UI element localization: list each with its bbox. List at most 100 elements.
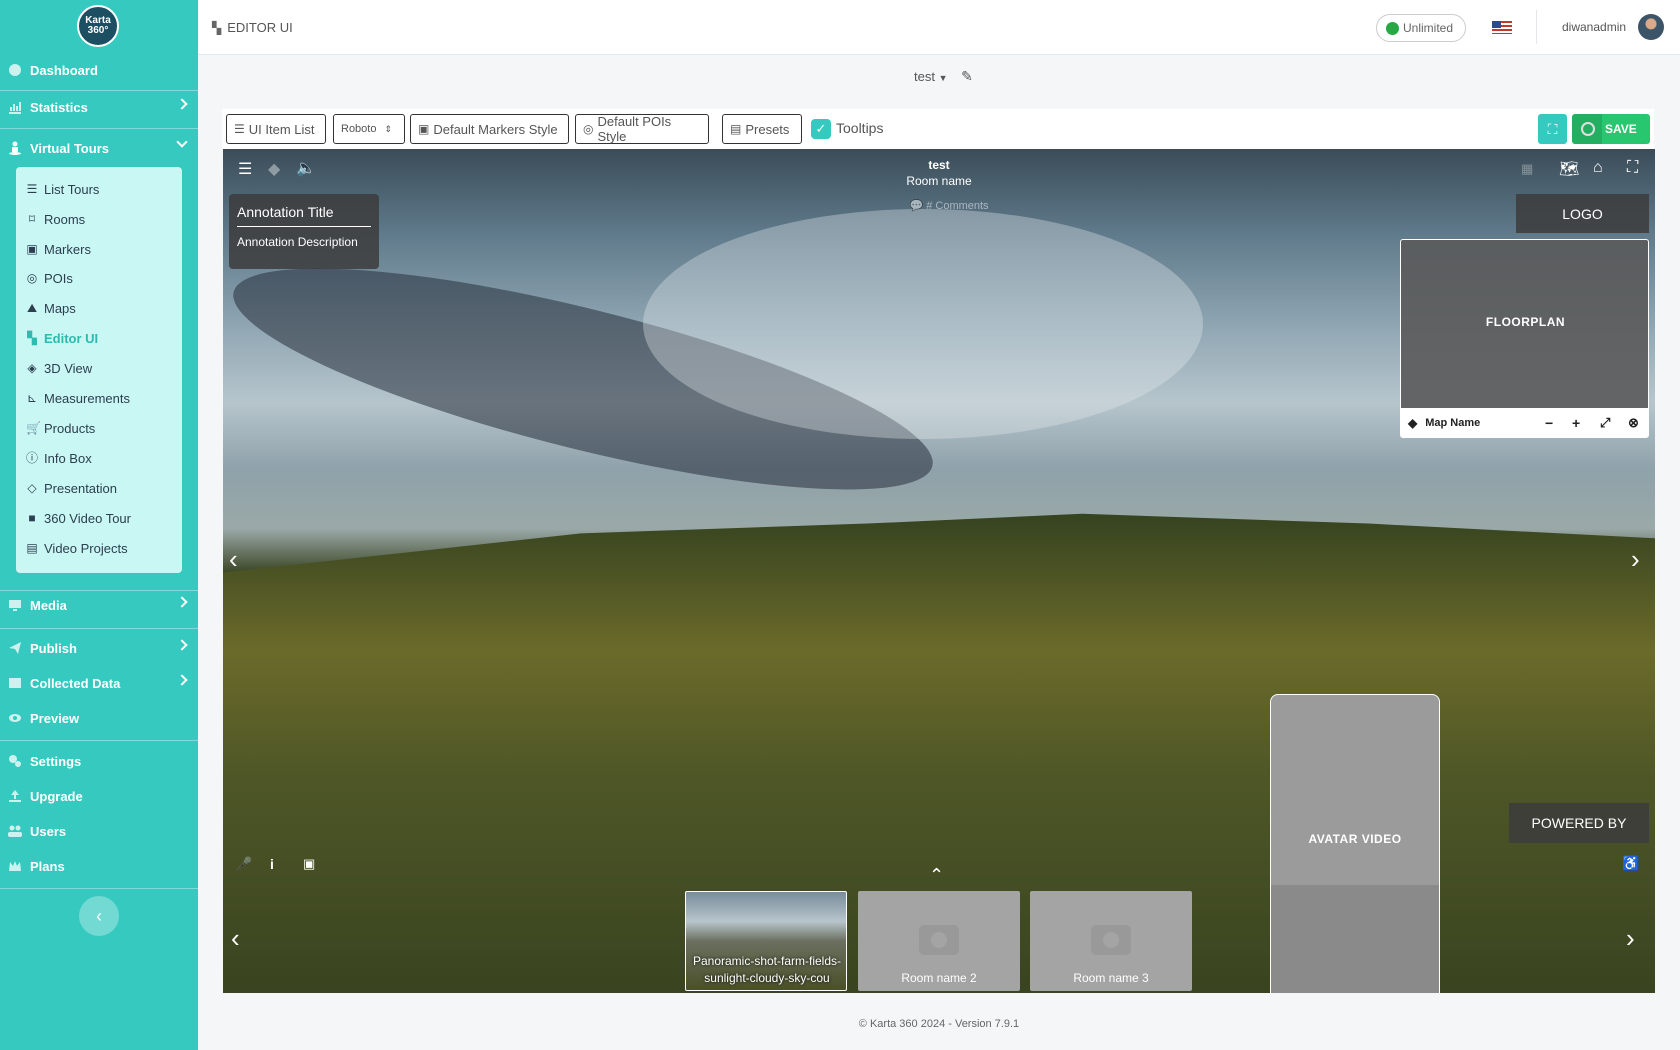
chevron-down-icon bbox=[176, 136, 188, 148]
floorplan-panel[interactable]: FLOORPLAN bbox=[1400, 239, 1649, 427]
powered-by-box[interactable]: POWERED BY bbox=[1509, 803, 1649, 843]
sidebar-item-users[interactable]: Users bbox=[0, 816, 198, 846]
comments-link[interactable]: 💬 # Comments bbox=[889, 199, 1009, 212]
save-label: SAVE bbox=[1605, 122, 1637, 136]
sidebar-item-virtual-tours[interactable]: Virtual Tours bbox=[0, 133, 198, 163]
plan-badge[interactable]: Unlimited bbox=[1376, 14, 1466, 42]
sidebar-item-statistics[interactable]: Statistics bbox=[0, 92, 198, 122]
volume-icon[interactable]: 🔈 bbox=[296, 158, 316, 178]
tour-selector-bar: test ▼ ✎ bbox=[198, 56, 1680, 94]
sidebar-item-publish[interactable]: Publish bbox=[0, 633, 198, 663]
submenu-item-products[interactable]: 🛒 Products bbox=[26, 414, 95, 442]
presets-button[interactable]: ▤ Presets bbox=[722, 114, 802, 144]
sidebar-item-upgrade[interactable]: Upgrade bbox=[0, 781, 198, 811]
logo-text-line2: 360° bbox=[87, 25, 109, 36]
floorplan-label: FLOORPLAN bbox=[1485, 315, 1566, 329]
avatar-video-label: AVATAR VIDEO bbox=[1308, 832, 1402, 846]
sidebar-item-settings[interactable]: Settings bbox=[0, 746, 198, 776]
sidebar-item-media[interactable]: Media bbox=[0, 590, 198, 620]
chevron-up-icon[interactable]: ⌃ bbox=[929, 865, 944, 886]
info-circle-icon: ⓘ bbox=[26, 451, 39, 465]
sidebar-item-collected-data[interactable]: Collected Data bbox=[0, 668, 198, 698]
sidebar-item-plans[interactable]: Plans bbox=[0, 851, 198, 881]
submenu-item-list-tours[interactable]: ☰ List Tours bbox=[26, 175, 100, 203]
submenu-item-editor-ui[interactable]: ▚ Editor UI bbox=[26, 324, 98, 352]
submenu-item-pois[interactable]: ◎ POIs bbox=[26, 264, 73, 292]
presets-label: Presets bbox=[745, 121, 790, 137]
submenu-item-presentation[interactable]: ◇ Presentation bbox=[26, 474, 117, 502]
sidebar-item-dashboard[interactable]: Dashboard bbox=[0, 55, 198, 85]
fullscreen-icon[interactable]: ⛶ bbox=[1627, 159, 1638, 177]
database-icon bbox=[8, 676, 22, 690]
default-markers-style-button[interactable]: ▣ Default Markers Style bbox=[410, 114, 569, 144]
avatar-video-lower bbox=[1271, 885, 1439, 993]
microphone-icon[interactable]: 🎤 bbox=[236, 856, 252, 872]
sidebar-item-label: Collected Data bbox=[30, 675, 121, 691]
sidebar-item-label: Users bbox=[30, 823, 67, 839]
footer-text: © Karta 360 2024 - Version 7.9.1 bbox=[858, 1018, 1020, 1030]
swatchbook-icon: ▚ bbox=[212, 20, 222, 35]
submenu-item-markers[interactable]: ▣ Markers bbox=[26, 235, 91, 263]
room-thumbnail-3[interactable]: Room name 3 bbox=[1030, 891, 1192, 991]
panorama-cloud bbox=[643, 209, 1203, 439]
virtual-tours-submenu: ☰ List Tours ⌑ Rooms ▣ Markers ◎ POIs ⛰ Maps … bbox=[16, 167, 182, 573]
submenu-item-info-box[interactable]: ⓘ Info Box bbox=[26, 444, 92, 472]
map-bar: ◆ Map Name − + ⤢ ⊗ bbox=[1400, 408, 1649, 438]
zoom-in-icon[interactable]: + bbox=[1572, 415, 1580, 431]
ui-item-list-button[interactable]: ☰ UI Item List bbox=[226, 114, 326, 144]
save-button[interactable]: SAVE bbox=[1572, 114, 1650, 144]
room-thumbnail-label: Room name 3 bbox=[1073, 971, 1149, 985]
vector-square-icon: ⌑ bbox=[28, 212, 36, 226]
chevron-right-icon[interactable]: › bbox=[1631, 546, 1640, 572]
cube-icon: ◈ bbox=[27, 361, 37, 375]
tooltips-checkbox[interactable]: ✓ bbox=[811, 119, 831, 139]
layers-icon[interactable]: ◆ bbox=[1408, 416, 1417, 430]
sidebar-item-label: Upgrade bbox=[30, 788, 83, 804]
edit-icon[interactable]: ✎ bbox=[961, 68, 973, 84]
map-icon[interactable]: 🗺 bbox=[1559, 159, 1579, 179]
font-select[interactable]: Roboto ⇕ bbox=[333, 114, 405, 144]
us-flag-icon[interactable] bbox=[1492, 21, 1512, 34]
cogs-icon bbox=[8, 754, 22, 768]
submenu-item-video-projects[interactable]: ▤ Video Projects bbox=[26, 534, 127, 562]
username[interactable]: diwanadmin bbox=[1562, 20, 1626, 34]
fullscreen-button[interactable]: ⛶ bbox=[1538, 114, 1567, 144]
room-thumbnail-2[interactable]: Room name 2 bbox=[858, 891, 1020, 991]
chevron-right-icon[interactable]: › bbox=[1626, 925, 1635, 951]
dashboard-icon bbox=[8, 63, 22, 77]
avatar[interactable] bbox=[1638, 14, 1664, 40]
collapse-sidebar-button[interactable]: ‹ bbox=[79, 896, 119, 936]
brand-logo[interactable]: Karta 360° bbox=[77, 5, 119, 47]
submenu-item-360-video-tour[interactable]: ■ 360 Video Tour bbox=[26, 504, 131, 532]
zoom-out-icon[interactable]: − bbox=[1545, 415, 1553, 431]
chart-icon bbox=[8, 100, 22, 114]
submenu-item-3d-view[interactable]: ◈ 3D View bbox=[26, 354, 92, 382]
upload-icon bbox=[8, 789, 22, 803]
submenu-item-label: 360 Video Tour bbox=[44, 510, 131, 526]
layers-icon[interactable]: ◆ bbox=[268, 159, 280, 179]
close-circle-icon[interactable]: ⊗ bbox=[1628, 415, 1639, 431]
logo-placeholder[interactable]: LOGO bbox=[1516, 194, 1649, 233]
avatar-video-placeholder[interactable]: AVATAR VIDEO bbox=[1270, 694, 1440, 993]
sidebar-item-label: Preview bbox=[30, 710, 80, 726]
submenu-item-rooms[interactable]: ⌑ Rooms bbox=[26, 205, 85, 233]
panorama-viewer[interactable]: ☰ ◆ 🔈 test Room name 💬 # Comments ▦ 🗺 ⌂ … bbox=[223, 149, 1655, 993]
submenu-item-label: Presentation bbox=[44, 480, 117, 496]
floorplan-icon[interactable]: ⌂ bbox=[1593, 159, 1603, 177]
submenu-item-maps[interactable]: ⛰ Maps bbox=[26, 294, 76, 322]
gallery-icon[interactable]: ▣ bbox=[303, 856, 315, 872]
accessibility-icon[interactable]: ♿ bbox=[1622, 855, 1639, 872]
tour-selector[interactable]: test ▼ ✎ bbox=[914, 68, 973, 85]
chevron-left-icon[interactable]: ‹ bbox=[231, 925, 240, 951]
chevron-left-icon[interactable]: ‹ bbox=[229, 546, 238, 572]
video-camera-icon: ■ bbox=[28, 511, 36, 525]
submenu-item-measurements[interactable]: ⊾ Measurements bbox=[26, 384, 130, 412]
menu-icon[interactable]: ☰ bbox=[238, 159, 252, 179]
info-icon[interactable]: i bbox=[270, 856, 274, 872]
flag-icon[interactable]: ▦ bbox=[1521, 161, 1533, 177]
annotation-title: Annotation Title bbox=[237, 204, 371, 227]
room-thumbnail-1[interactable]: Panoramic-shot-farm-fields-sunlight-clou… bbox=[685, 891, 847, 991]
expand-icon[interactable]: ⤢ bbox=[1600, 415, 1610, 431]
sidebar-item-preview[interactable]: Preview bbox=[0, 703, 198, 733]
default-pois-style-button[interactable]: ◎ Default POIs Style bbox=[575, 114, 709, 144]
